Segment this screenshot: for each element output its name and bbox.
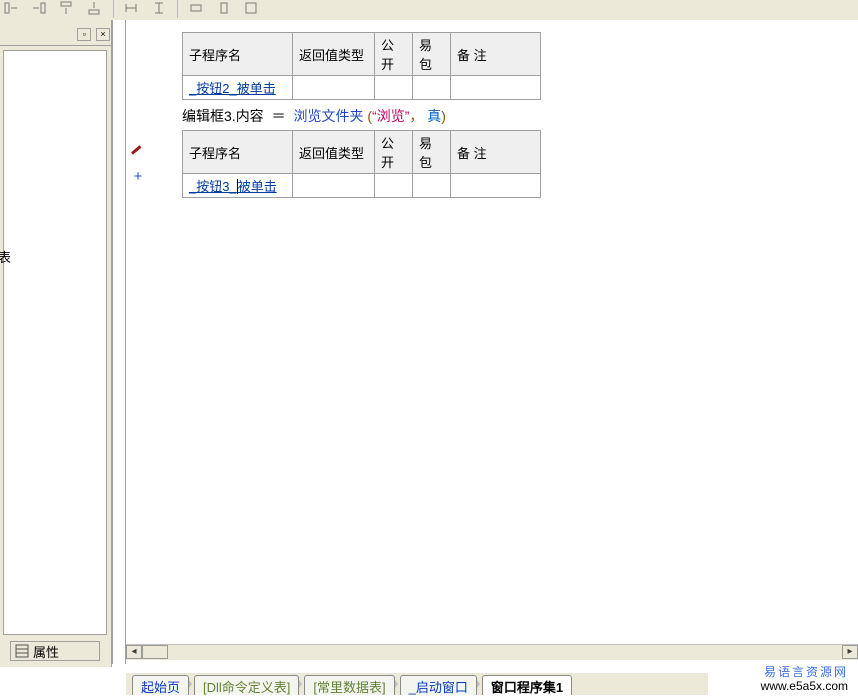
edit-marker-icon (130, 150, 146, 166)
properties-tab[interactable]: 属性 (10, 641, 100, 661)
string-literal: 浏览 (377, 108, 405, 124)
col-header-note: 备 注 (451, 131, 541, 174)
note-cell[interactable] (451, 174, 541, 198)
code-editor[interactable]: 子程序名 返回值类型 公开 易包 备 注 _按钮2_被单击 编辑框3.内容 ＝ … (126, 20, 858, 644)
subroutine-name-cell[interactable]: _按钮2_被单击 (183, 76, 293, 100)
panel-header: ▫ × (0, 28, 111, 46)
side-panel: ▫ × 表 属性 (0, 20, 112, 667)
subroutine-name-cell[interactable]: _按钮3_被单击 (183, 174, 293, 198)
col-header-public: 公开 (375, 131, 413, 174)
tool-size-h[interactable] (187, 0, 209, 18)
package-cell[interactable] (413, 174, 451, 198)
return-type-cell[interactable] (293, 174, 375, 198)
col-header-return: 返回值类型 (293, 131, 375, 174)
side-cut-char: 表 (0, 247, 11, 266)
expand-plus-icon[interactable]: + (130, 168, 146, 185)
assign-op: ＝ (272, 108, 286, 124)
code-property: 内容 (236, 108, 264, 124)
toolbar-separator (177, 0, 179, 18)
col-header-return: 返回值类型 (293, 33, 375, 76)
watermark: 易语言资源网 www.e5a5x.com (761, 665, 848, 693)
sub-name-part: 被单击 (238, 179, 277, 194)
public-cell[interactable] (375, 174, 413, 198)
tool-size-v[interactable] (215, 0, 237, 18)
return-type-cell[interactable] (293, 76, 375, 100)
tool-align-left[interactable] (2, 0, 24, 18)
table-row[interactable]: _按钮3_被单击 (183, 174, 541, 198)
code-object: 编辑框3. (182, 108, 236, 124)
col-header-package: 易包 (413, 33, 451, 76)
tool-size-both[interactable] (242, 0, 264, 18)
panel-dock-icon[interactable]: ▫ (77, 28, 91, 41)
col-header-name: 子程序名 (183, 33, 293, 76)
scroll-left-arrow[interactable]: ◂ (126, 645, 142, 659)
table-row[interactable]: _按钮2_被单击 (183, 76, 541, 100)
col-header-name: 子程序名 (183, 131, 293, 174)
subroutine-table-1: 子程序名 返回值类型 公开 易包 备 注 _按钮2_被单击 (182, 32, 541, 100)
public-cell[interactable] (375, 76, 413, 100)
panel-body: 表 (3, 50, 107, 635)
tool-align-right[interactable] (30, 0, 52, 18)
tool-align-top[interactable] (57, 0, 79, 18)
col-header-note: 备 注 (451, 33, 541, 76)
code-line[interactable]: 编辑框3.内容 ＝ 浏览文件夹 (“浏览”， 真) (182, 106, 858, 126)
toolbar-separator (113, 0, 115, 18)
subroutine-table-2: 子程序名 返回值类型 公开 易包 备 注 _按钮3_被单击 (182, 130, 541, 198)
function-call: 浏览文件夹 (293, 108, 363, 124)
col-header-public: 公开 (375, 33, 413, 76)
note-cell[interactable] (451, 76, 541, 100)
scroll-right-arrow[interactable]: ▸ (842, 645, 858, 659)
bool-literal: 真 (427, 108, 441, 124)
horizontal-scrollbar[interactable]: ◂ ▸ (126, 644, 858, 660)
tab-const[interactable]: [常里数据表] (304, 675, 394, 695)
splitter[interactable] (112, 20, 126, 664)
tab-window-module[interactable]: 窗口程序集1 (482, 675, 572, 695)
watermark-title: 易语言资源网 (761, 665, 848, 679)
tool-distribute-v[interactable] (150, 0, 172, 18)
tab-boot-window[interactable]: _启动窗口 (400, 675, 477, 695)
scroll-thumb[interactable] (142, 645, 168, 659)
scroll-track[interactable] (168, 645, 842, 660)
tool-distribute-h[interactable] (122, 0, 144, 18)
comma: ， (409, 108, 423, 124)
sub-name-part: _按钮3_ (189, 179, 237, 194)
panel-close-icon[interactable]: × (96, 28, 110, 41)
tab-dll[interactable]: [Dll命令定义表] (194, 675, 299, 695)
properties-label: 属性 (33, 642, 59, 661)
rparen: ) (441, 108, 446, 124)
toolbar (0, 0, 858, 20)
col-header-package: 易包 (413, 131, 451, 174)
tab-start[interactable]: 起始页 (132, 675, 189, 695)
watermark-url: www.e5a5x.com (761, 679, 848, 693)
gutter: + (130, 150, 146, 185)
table-header-row: 子程序名 返回值类型 公开 易包 备 注 (183, 33, 541, 76)
table-header-row: 子程序名 返回值类型 公开 易包 备 注 (183, 131, 541, 174)
package-cell[interactable] (413, 76, 451, 100)
properties-icon (15, 644, 29, 658)
tool-align-bottom[interactable] (85, 0, 107, 18)
editor-tabstrip: 起始页 [Dll命令定义表] [常里数据表] _启动窗口 窗口程序集1 (126, 673, 708, 695)
